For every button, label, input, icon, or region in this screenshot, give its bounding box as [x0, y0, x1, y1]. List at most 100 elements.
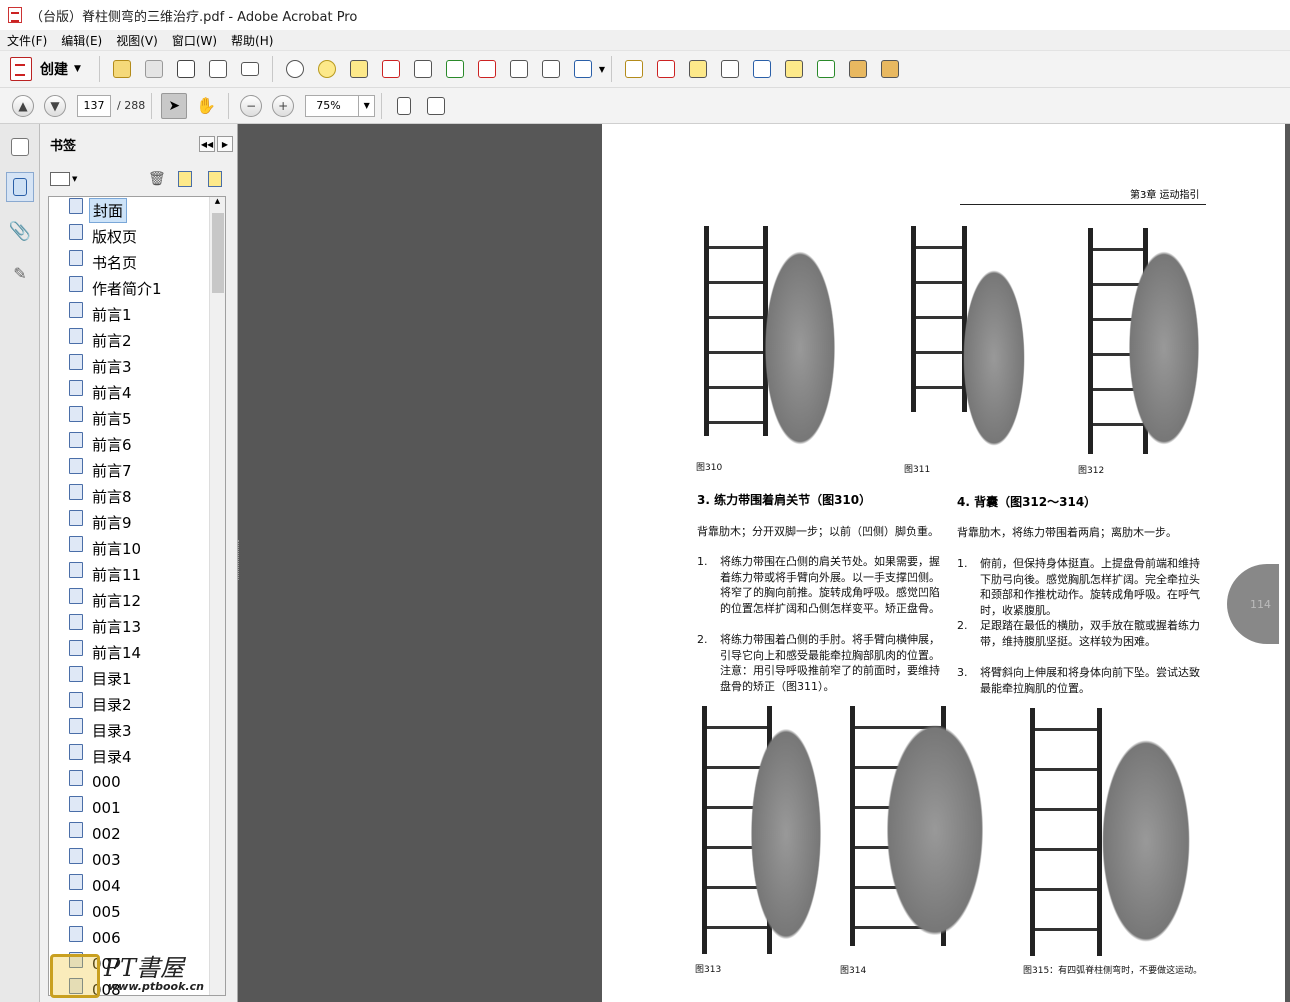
info-button[interactable] — [717, 56, 743, 82]
combine-button[interactable] — [538, 56, 564, 82]
bookmark-item[interactable]: 000 — [49, 769, 225, 795]
menu-bar: 文件(F) 编辑(E) 视图(V) 窗口(W) 帮助(H) — [0, 30, 1290, 51]
panel-splitter[interactable] — [238, 540, 242, 580]
print-button[interactable] — [173, 56, 199, 82]
bookmark-item[interactable]: 封面 — [49, 197, 225, 223]
options-menu-icon[interactable] — [50, 172, 70, 186]
bookmark-item[interactable]: 前言2 — [49, 327, 225, 353]
bookmark-item[interactable]: 前言3 — [49, 353, 225, 379]
bookmark-scrollbar[interactable]: ▲ — [209, 197, 225, 995]
create-button[interactable]: 创建 ▼ — [10, 57, 81, 81]
sign-button[interactable] — [474, 56, 500, 82]
page-number-input[interactable]: 137 — [77, 94, 111, 117]
shield-icon — [573, 60, 592, 78]
bookmark-item[interactable]: 目录2 — [49, 691, 225, 717]
collapse-panel-button[interactable]: ◀◀ — [199, 136, 215, 152]
section-3-item-2: 将练力带围着凸侧的手肘。将手臂向横伸展，引导它向上和感受最能牵拉胸部肌肉的位置。… — [720, 633, 940, 693]
bookmark-icon — [69, 718, 83, 734]
bookmarks-button[interactable] — [6, 172, 34, 202]
expand-bookmark-icon[interactable] — [208, 171, 222, 187]
chevron-down-icon[interactable]: ▼ — [72, 175, 77, 183]
zoom-select[interactable]: 75% ▼ — [305, 94, 376, 117]
menu-file[interactable]: 文件(F) — [0, 32, 54, 49]
bookmark-item[interactable]: 002 — [49, 821, 225, 847]
bookmark-item[interactable]: 前言10 — [49, 535, 225, 561]
new-bookmark-icon[interactable] — [178, 171, 192, 187]
bookmark-item[interactable]: 前言7 — [49, 457, 225, 483]
exercise-figure-image — [880, 710, 990, 950]
menu-window[interactable]: 窗口(W) — [165, 32, 224, 49]
measure-button[interactable] — [781, 56, 807, 82]
save-button[interactable] — [141, 56, 167, 82]
extract-button[interactable] — [442, 56, 468, 82]
bookmark-item[interactable]: 前言8 — [49, 483, 225, 509]
hand-tool-button[interactable]: ✋ — [193, 93, 219, 119]
bookmark-item[interactable]: 前言4 — [49, 379, 225, 405]
delete-page-button[interactable] — [378, 56, 404, 82]
highlight-button[interactable] — [346, 56, 372, 82]
bookmark-item[interactable]: 前言13 — [49, 613, 225, 639]
bookmark-item[interactable]: 版权页 — [49, 223, 225, 249]
section-4-item-2: 足跟踏在最低的横肋，双手放在髋或握着练力带，维持腹肌坚挺。这样较为困难。 — [980, 619, 1200, 648]
bookmark-item[interactable]: 书名页 — [49, 249, 225, 275]
select-tool-button[interactable]: ➤ — [161, 92, 188, 119]
zoom-out-button[interactable]: − — [238, 93, 264, 119]
zoom-in-button[interactable]: + — [270, 93, 296, 119]
rotate-button[interactable] — [410, 56, 436, 82]
menu-view[interactable]: 视图(V) — [109, 32, 165, 49]
next-page-button[interactable]: ▼ — [42, 93, 68, 119]
email-button[interactable] — [237, 56, 263, 82]
fit-page-button[interactable] — [391, 93, 417, 119]
signatures-button[interactable]: ✎ — [6, 258, 34, 288]
link-button[interactable] — [621, 56, 647, 82]
bookmark-item[interactable]: 004 — [49, 873, 225, 899]
page-thumbnails-button[interactable] — [6, 132, 34, 162]
page-button[interactable] — [749, 56, 775, 82]
figure-315 — [1026, 706, 1206, 956]
notes-button[interactable] — [877, 56, 903, 82]
full-screen-button[interactable] — [423, 93, 449, 119]
delete-bookmark-icon[interactable]: 🗑 — [148, 171, 166, 187]
unlink-button[interactable] — [653, 56, 679, 82]
bookmark-item[interactable]: 前言9 — [49, 509, 225, 535]
bookmark-item[interactable]: 前言12 — [49, 587, 225, 613]
bookmark-icon — [69, 250, 83, 266]
form-button[interactable] — [506, 56, 532, 82]
bookmark-item[interactable]: 003 — [49, 847, 225, 873]
bookmark-icon — [69, 614, 83, 630]
settings-button[interactable] — [282, 56, 308, 82]
chevron-down-icon[interactable]: ▼ — [599, 65, 605, 74]
edit-button[interactable] — [205, 56, 231, 82]
scroll-up-arrow[interactable]: ▲ — [210, 197, 225, 211]
bookmark-icon — [69, 406, 83, 422]
bookmark-item[interactable]: 目录3 — [49, 717, 225, 743]
bookmark-item[interactable]: 目录1 — [49, 665, 225, 691]
menu-edit[interactable]: 编辑(E) — [54, 32, 109, 49]
figure-311 — [907, 224, 1037, 460]
bookmark-item[interactable]: 前言6 — [49, 431, 225, 457]
security-button[interactable] — [570, 56, 596, 82]
bookmark-item[interactable]: 目录4 — [49, 743, 225, 769]
save-icon — [144, 60, 163, 78]
comment-button[interactable] — [314, 56, 340, 82]
bookmark-item[interactable]: 005 — [49, 899, 225, 925]
menu-help[interactable]: 帮助(H) — [224, 32, 280, 49]
bookmark-item[interactable]: 作者简介1 — [49, 275, 225, 301]
scrollbar-thumb[interactable] — [212, 213, 224, 293]
bookmark-icon — [69, 536, 83, 552]
bookmark-item[interactable]: 001 — [49, 795, 225, 821]
previous-page-button[interactable]: ▲ — [10, 93, 36, 119]
bookmark-item[interactable]: 前言11 — [49, 561, 225, 587]
stamp-button[interactable] — [685, 56, 711, 82]
bookmark-list: 封面 版权页 书名页 作者简介1 前言1 前言2 前言3 前言4 前言5 前言6… — [48, 196, 226, 996]
path-button[interactable] — [813, 56, 839, 82]
bookmark-item[interactable]: 前言5 — [49, 405, 225, 431]
bookmark-icon — [69, 848, 83, 864]
attachments-button[interactable]: 📎 — [6, 216, 34, 246]
open-button[interactable] — [109, 56, 135, 82]
bookmark-item[interactable]: 前言1 — [49, 301, 225, 327]
book-button[interactable] — [845, 56, 871, 82]
path-icon — [817, 60, 836, 78]
bookmark-item[interactable]: 前言14 — [49, 639, 225, 665]
expand-panel-button[interactable]: ▶ — [217, 136, 233, 152]
